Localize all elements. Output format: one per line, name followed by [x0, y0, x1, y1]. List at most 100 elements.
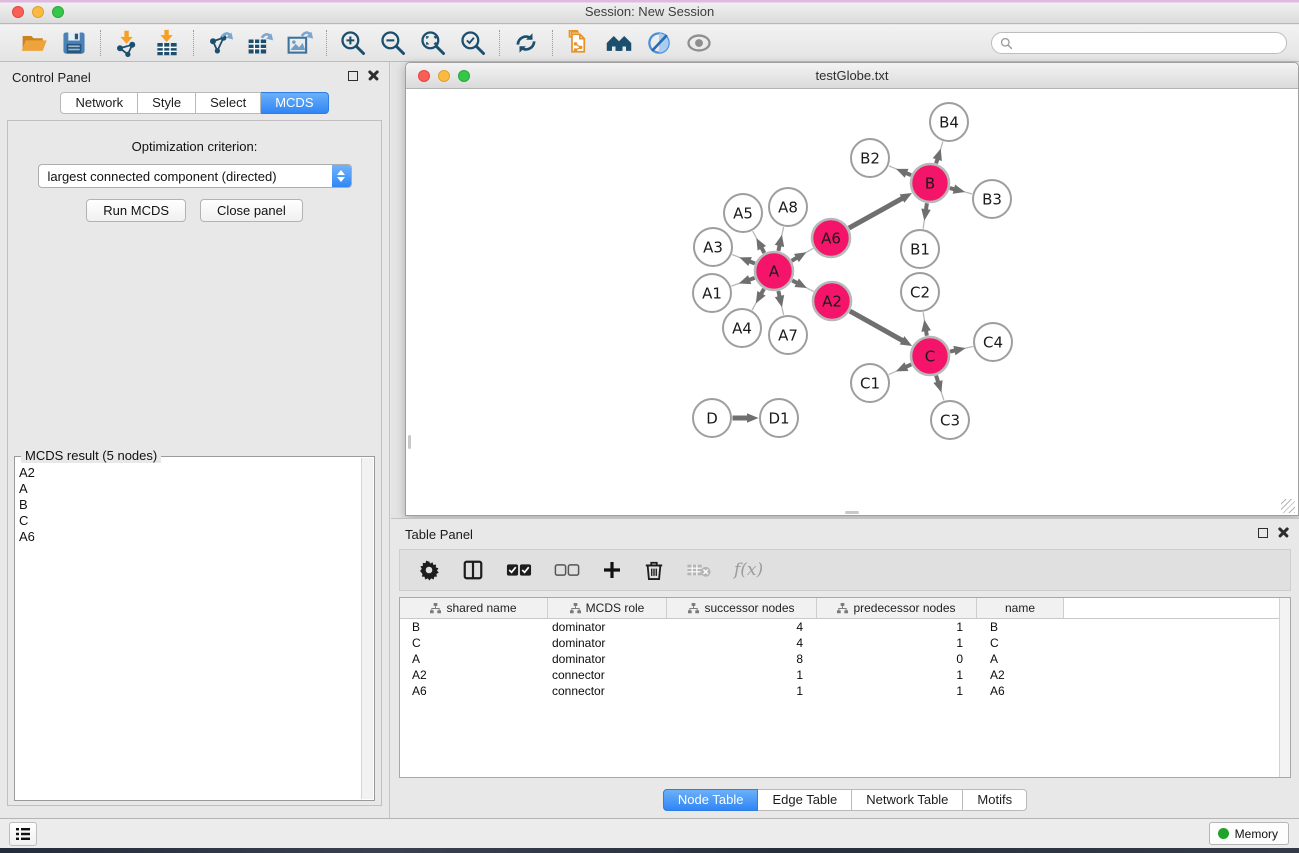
graph-node-A[interactable]: A	[755, 252, 793, 290]
cell-name[interactable]: B	[977, 620, 1064, 634]
cell-mcds-role[interactable]: connector	[548, 668, 667, 682]
graph-edge-A-A4[interactable]	[752, 289, 766, 310]
hide-panels-icon[interactable]	[644, 28, 674, 58]
graph-node-B4[interactable]: B4	[930, 103, 968, 141]
graph-edge-A2-C[interactable]	[850, 311, 912, 346]
column-header-predecessor-nodes[interactable]: predecessor nodes	[817, 598, 977, 618]
delete-columns-icon[interactable]	[644, 559, 664, 581]
graph-node-C3[interactable]: C3	[931, 401, 969, 439]
graph-node-A4[interactable]: A4	[723, 309, 761, 347]
cell-predecessor-nodes[interactable]: 1	[817, 636, 977, 650]
tab-style[interactable]: Style	[138, 92, 196, 114]
graph-edge-B-B1[interactable]	[921, 203, 930, 228]
graph-edge-A-A7[interactable]	[775, 291, 784, 315]
zoom-in-icon[interactable]	[338, 28, 368, 58]
table-row[interactable]: Cdominator41C	[400, 635, 1290, 651]
close-table-panel-icon[interactable]	[1278, 527, 1289, 538]
cell-predecessor-nodes[interactable]: 0	[817, 652, 977, 666]
graph-node-D1[interactable]: D1	[760, 399, 798, 437]
table-row[interactable]: Bdominator41B	[400, 619, 1290, 635]
graph-node-A2[interactable]: A2	[813, 282, 851, 320]
show-column-panel-icon[interactable]	[462, 559, 484, 581]
zoom-selected-icon[interactable]	[458, 28, 488, 58]
cell-shared-name[interactable]: A6	[400, 684, 548, 698]
cell-predecessor-nodes[interactable]: 1	[817, 620, 977, 634]
zoom-fit-icon[interactable]	[418, 28, 448, 58]
cell-successor-nodes[interactable]: 8	[667, 652, 817, 666]
graph-edge-B-B4[interactable]	[933, 142, 943, 164]
graph-edge-A-A2[interactable]	[792, 278, 814, 291]
graph-node-B[interactable]: B	[911, 164, 949, 202]
memory-button[interactable]: Memory	[1209, 822, 1289, 845]
cell-name[interactable]: A6	[977, 684, 1064, 698]
graph-node-A6[interactable]: A6	[812, 219, 850, 257]
table-tab-edge-table[interactable]: Edge Table	[758, 789, 852, 811]
cell-successor-nodes[interactable]: 4	[667, 620, 817, 634]
import-table-icon[interactable]	[152, 28, 182, 58]
window-resize-grip[interactable]	[1281, 499, 1295, 513]
graph-node-D[interactable]: D	[693, 399, 731, 437]
graph-edge-A-A1[interactable]	[731, 275, 754, 286]
first-neighbors-icon[interactable]	[604, 28, 634, 58]
show-graphics-details-icon[interactable]	[684, 28, 714, 58]
cell-mcds-role[interactable]: connector	[548, 684, 667, 698]
cell-successor-nodes[interactable]: 1	[667, 684, 817, 698]
table-row[interactable]: A2connector11A2	[400, 667, 1290, 683]
deselect-all-checkboxes-icon[interactable]	[554, 563, 580, 577]
save-session-icon[interactable]	[59, 28, 89, 58]
network-canvas[interactable]: AA1A2A3A4A5A6A7A8BB1B2B3B4CC1C2C3C4DD1	[407, 90, 1297, 515]
tab-select[interactable]: Select	[196, 92, 261, 114]
search-input[interactable]	[1018, 36, 1278, 50]
graph-node-A3[interactable]: A3	[694, 228, 732, 266]
column-header-shared-name[interactable]: shared name	[400, 598, 548, 618]
graph-edge-C-C2[interactable]	[921, 312, 930, 335]
cell-mcds-role[interactable]: dominator	[548, 636, 667, 650]
graph-node-A7[interactable]: A7	[769, 316, 807, 354]
graph-node-B2[interactable]: B2	[851, 139, 889, 177]
graph-node-B1[interactable]: B1	[901, 230, 939, 268]
export-network-icon[interactable]	[205, 28, 235, 58]
column-header-successor-nodes[interactable]: successor nodes	[667, 598, 817, 618]
cell-predecessor-nodes[interactable]: 1	[817, 668, 977, 682]
graph-edge-D-D1[interactable]	[733, 413, 759, 423]
table-tab-network-table[interactable]: Network Table	[852, 789, 963, 811]
graph-edge-C-C3[interactable]	[933, 376, 943, 401]
graph-edge-A-A6[interactable]	[792, 248, 814, 262]
table-scrollbar[interactable]	[1279, 598, 1290, 777]
table-tab-motifs[interactable]: Motifs	[963, 789, 1027, 811]
float-table-panel-icon[interactable]	[1258, 528, 1268, 538]
graph-edge-A-A5[interactable]	[753, 231, 766, 253]
cell-successor-nodes[interactable]: 4	[667, 636, 817, 650]
run-mcds-button[interactable]: Run MCDS	[86, 199, 186, 222]
delete-table-icon[interactable]	[686, 562, 712, 578]
select-all-checkboxes-icon[interactable]	[506, 563, 532, 577]
cell-mcds-role[interactable]: dominator	[548, 652, 667, 666]
graph-node-A5[interactable]: A5	[724, 194, 762, 232]
task-history-button[interactable]	[9, 822, 37, 846]
column-header-name[interactable]: name	[977, 598, 1064, 618]
add-column-icon[interactable]	[602, 560, 622, 580]
cell-successor-nodes[interactable]: 1	[667, 668, 817, 682]
graph-edge-A6-B[interactable]	[849, 193, 912, 228]
graph-edge-B-B3[interactable]	[950, 185, 972, 194]
graph-edge-A-A3[interactable]	[732, 255, 755, 267]
network-window-titlebar[interactable]: testGlobe.txt	[406, 63, 1298, 89]
table-row[interactable]: Adominator80A	[400, 651, 1290, 667]
graph-edge-C-C4[interactable]	[950, 346, 973, 355]
search-field[interactable]	[991, 32, 1287, 54]
table-tab-node-table[interactable]: Node Table	[663, 789, 759, 811]
graph-edge-B-B2[interactable]	[889, 166, 911, 178]
graph-node-C1[interactable]: C1	[851, 364, 889, 402]
cell-mcds-role[interactable]: dominator	[548, 620, 667, 634]
tab-network[interactable]: Network	[60, 92, 138, 114]
import-network-icon[interactable]	[112, 28, 142, 58]
graph-node-A1[interactable]: A1	[693, 274, 731, 312]
cell-shared-name[interactable]: A2	[400, 668, 548, 682]
cell-name[interactable]: A	[977, 652, 1064, 666]
tab-mcds[interactable]: MCDS	[261, 92, 328, 114]
function-builder-icon[interactable]: f(x)	[734, 560, 763, 580]
table-row[interactable]: A6connector11A6	[400, 683, 1290, 699]
criterion-dropdown[interactable]: largest connected component (directed)	[38, 164, 352, 188]
close-panel-icon[interactable]	[368, 70, 379, 81]
graph-node-C4[interactable]: C4	[974, 323, 1012, 361]
